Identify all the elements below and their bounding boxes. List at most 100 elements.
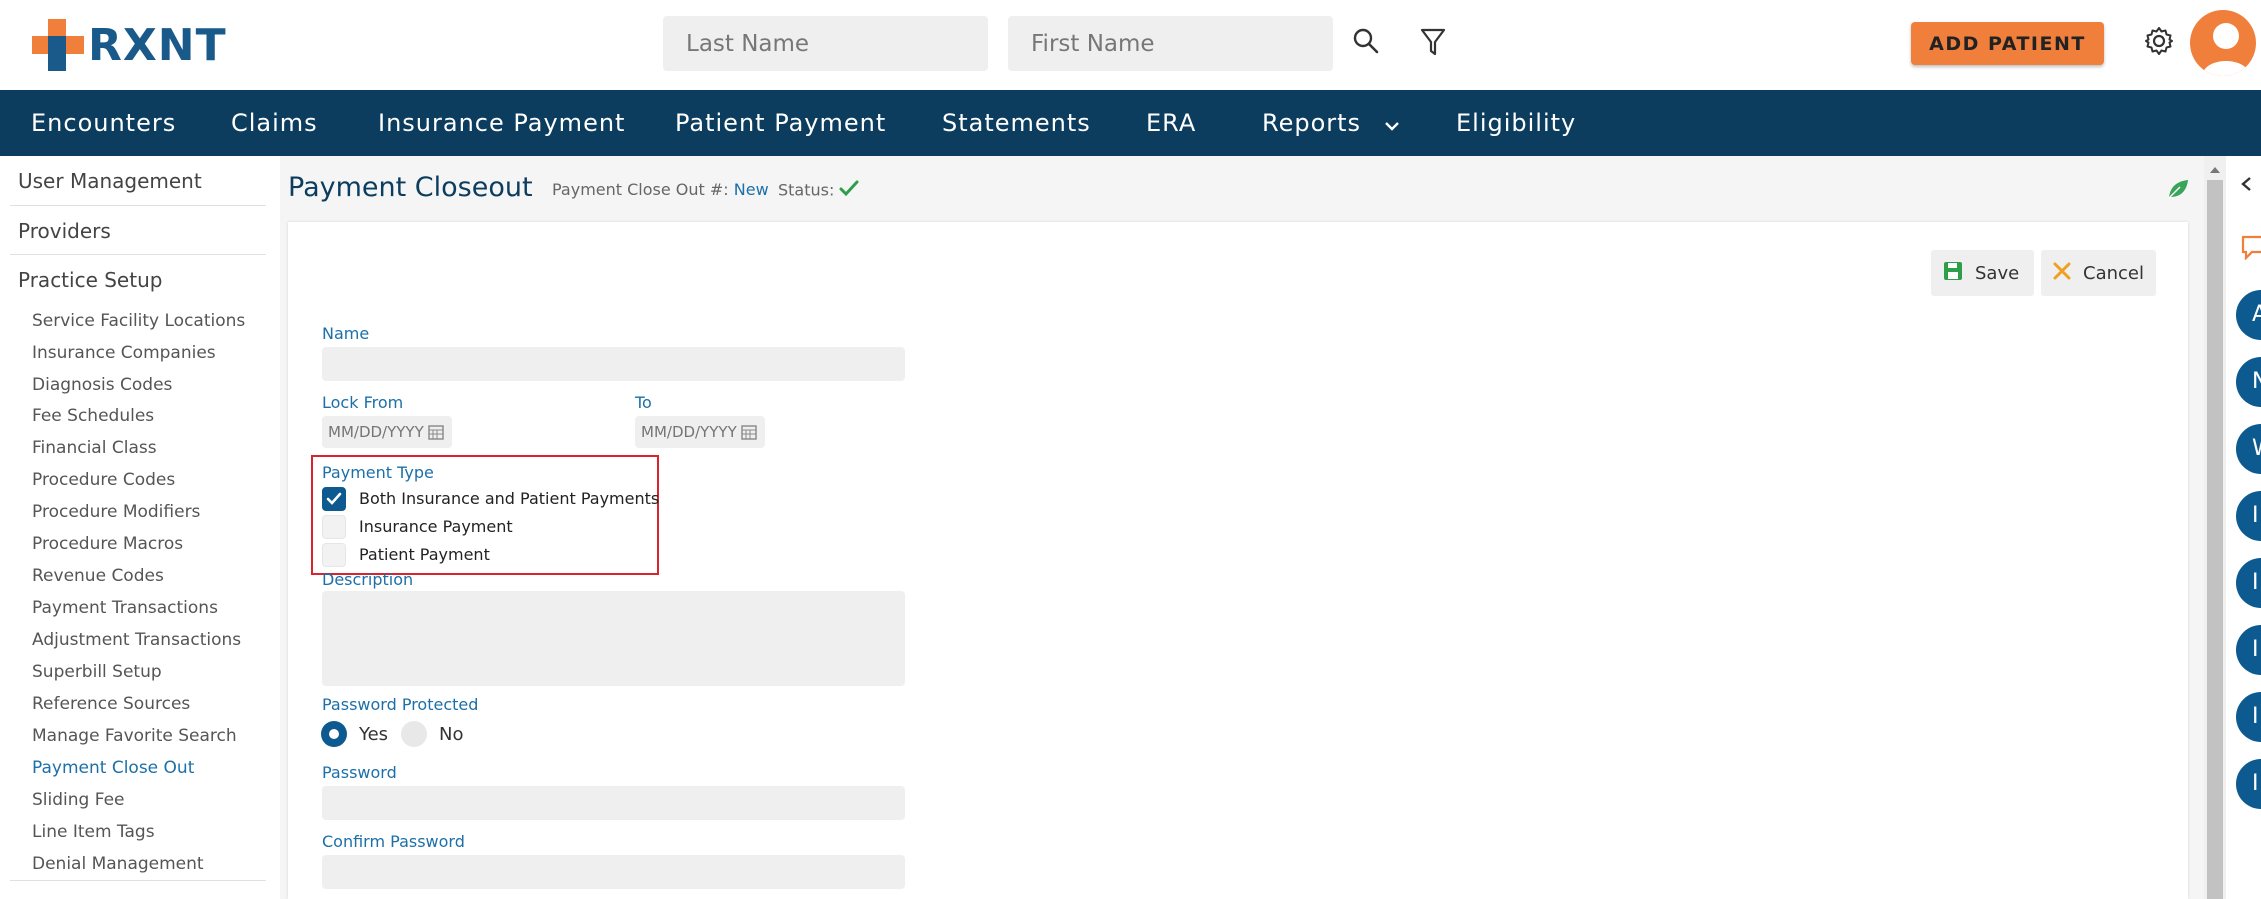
sidebar-link-procedure-modifiers[interactable]: Procedure Modifiers	[32, 502, 200, 522]
nav-eligibility[interactable]: Eligibility	[1456, 90, 1576, 156]
checkbox-patient-payment[interactable]	[322, 543, 346, 567]
main-nav: Encounters Claims Insurance Payment Pati…	[0, 90, 2261, 156]
sidebar-link-payment-close-out[interactable]: Payment Close Out	[32, 758, 194, 778]
nav-claims[interactable]: Claims	[231, 90, 318, 156]
cancel-button[interactable]: Cancel	[2041, 250, 2156, 296]
calendar-icon[interactable]	[741, 424, 757, 444]
chevron-down-icon	[1384, 91, 1400, 157]
sidebar-divider	[10, 880, 266, 881]
sidebar-link-procedure-macros[interactable]: Procedure Macros	[32, 534, 183, 554]
status: Status:	[778, 180, 859, 202]
close-icon	[2053, 262, 2071, 285]
sidebar-providers[interactable]: Providers	[18, 219, 111, 243]
right-circle-button-6[interactable]: I	[2236, 625, 2261, 675]
lock-from-input[interactable]	[322, 416, 426, 448]
closeout-number-value: New	[733, 180, 769, 199]
right-circle-button-4[interactable]: I	[2236, 491, 2261, 541]
logo-text: RXNT	[88, 19, 227, 71]
name-label: Name	[322, 324, 370, 343]
to-date-field[interactable]	[635, 416, 765, 448]
right-circle-button-1[interactable]: A	[2236, 290, 2261, 340]
last-name-input[interactable]	[663, 16, 988, 71]
check-icon	[326, 492, 342, 505]
to-input[interactable]	[635, 416, 739, 448]
password-protected-label: Password Protected	[322, 695, 479, 714]
sidebar-link-insurance-companies[interactable]: Insurance Companies	[32, 343, 216, 363]
sidebar-user-management[interactable]: User Management	[18, 169, 202, 193]
sidebar-practice-setup[interactable]: Practice Setup	[18, 268, 162, 292]
check-icon	[839, 180, 859, 202]
top-bar: RXNT ADD PATIENT	[0, 0, 2261, 90]
lock-from-label: Lock From	[322, 393, 404, 412]
nav-patient-payment[interactable]: Patient Payment	[675, 90, 886, 156]
checkbox-both-payments-label[interactable]: Both Insurance and Patient Payments	[359, 489, 659, 508]
nav-reports[interactable]: Reports	[1262, 90, 1400, 156]
logo-cross-icon	[32, 19, 84, 71]
right-circle-button-8[interactable]: I	[2236, 759, 2261, 809]
radio-no-label[interactable]: No	[439, 724, 463, 745]
save-button[interactable]: Save	[1931, 250, 2034, 296]
sidebar-link-revenue-codes[interactable]: Revenue Codes	[32, 566, 164, 586]
closeout-number: Payment Close Out #: New	[552, 180, 769, 199]
sidebar-link-payment-transactions[interactable]: Payment Transactions	[32, 598, 218, 618]
sidebar-link-service-facility-locations[interactable]: Service Facility Locations	[32, 311, 245, 331]
lock-from-date-field[interactable]	[322, 416, 452, 448]
cancel-label: Cancel	[2083, 262, 2144, 284]
closeout-number-label: Payment Close Out #:	[552, 180, 729, 199]
calendar-icon[interactable]	[428, 424, 444, 444]
radio-yes-label[interactable]: Yes	[359, 724, 388, 745]
name-field[interactable]	[322, 347, 905, 381]
sidebar-link-procedure-codes[interactable]: Procedure Codes	[32, 470, 175, 490]
filter-icon[interactable]	[1418, 26, 1448, 58]
checkbox-insurance-payment[interactable]	[322, 515, 346, 539]
sidebar-link-diagnosis-codes[interactable]: Diagnosis Codes	[32, 375, 172, 395]
right-side-panel: A N W I I I I I	[2226, 156, 2261, 899]
sidebar-link-line-item-tags[interactable]: Line Item Tags	[32, 822, 155, 842]
checkbox-both-payments[interactable]	[322, 487, 346, 511]
leaf-icon	[2166, 178, 2190, 200]
right-circle-button-2[interactable]: N	[2236, 357, 2261, 407]
sidebar-divider	[10, 254, 266, 255]
sidebar-link-financial-class[interactable]: Financial Class	[32, 438, 157, 458]
confirm-password-field[interactable]	[322, 855, 905, 889]
sidebar-link-reference-sources[interactable]: Reference Sources	[32, 694, 190, 714]
checkbox-patient-payment-label[interactable]: Patient Payment	[359, 545, 490, 564]
nav-statements[interactable]: Statements	[942, 90, 1091, 156]
page-title: Payment Closeout	[288, 172, 533, 203]
save-label: Save	[1975, 262, 2020, 284]
status-label: Status:	[778, 180, 835, 200]
radio-yes[interactable]	[321, 721, 347, 747]
scrollbar-thumb[interactable]	[2207, 180, 2223, 899]
right-circle-button-3[interactable]: W	[2236, 424, 2261, 474]
sidebar-link-adjustment-transactions[interactable]: Adjustment Transactions	[32, 630, 241, 650]
nav-insurance-payment[interactable]: Insurance Payment	[378, 90, 625, 156]
user-avatar[interactable]	[2190, 10, 2256, 76]
nav-reports-label: Reports	[1262, 109, 1362, 137]
password-field[interactable]	[322, 786, 905, 820]
scroll-up-arrow-icon[interactable]	[2208, 161, 2222, 173]
sidebar-link-denial-management[interactable]: Denial Management	[32, 854, 204, 874]
password-label: Password	[322, 763, 397, 782]
right-circle-button-7[interactable]: I	[2236, 692, 2261, 742]
first-name-input[interactable]	[1008, 16, 1333, 71]
sidebar-link-manage-favorite-search[interactable]: Manage Favorite Search	[32, 726, 237, 746]
sidebar-link-sliding-fee[interactable]: Sliding Fee	[32, 790, 125, 810]
save-icon	[1943, 261, 1963, 286]
right-circle-button-5[interactable]: I	[2236, 558, 2261, 608]
search-icon[interactable]	[1351, 26, 1381, 56]
chat-icon[interactable]	[2240, 234, 2261, 264]
payment-type-label: Payment Type	[322, 463, 434, 482]
gear-icon[interactable]	[2142, 24, 2176, 58]
rxnt-logo[interactable]: RXNT	[32, 18, 227, 72]
arrow-icon[interactable]	[2240, 176, 2252, 196]
nav-era[interactable]: ERA	[1146, 90, 1196, 156]
sidebar-link-superbill-setup[interactable]: Superbill Setup	[32, 662, 162, 682]
checkbox-insurance-payment-label[interactable]: Insurance Payment	[359, 517, 513, 536]
nav-encounters[interactable]: Encounters	[31, 90, 176, 156]
description-label: Description	[322, 570, 414, 589]
to-label: To	[635, 393, 652, 412]
sidebar-link-fee-schedules[interactable]: Fee Schedules	[32, 406, 154, 426]
add-patient-button[interactable]: ADD PATIENT	[1911, 22, 2104, 65]
radio-no[interactable]	[401, 721, 427, 747]
description-textarea[interactable]	[322, 591, 905, 686]
